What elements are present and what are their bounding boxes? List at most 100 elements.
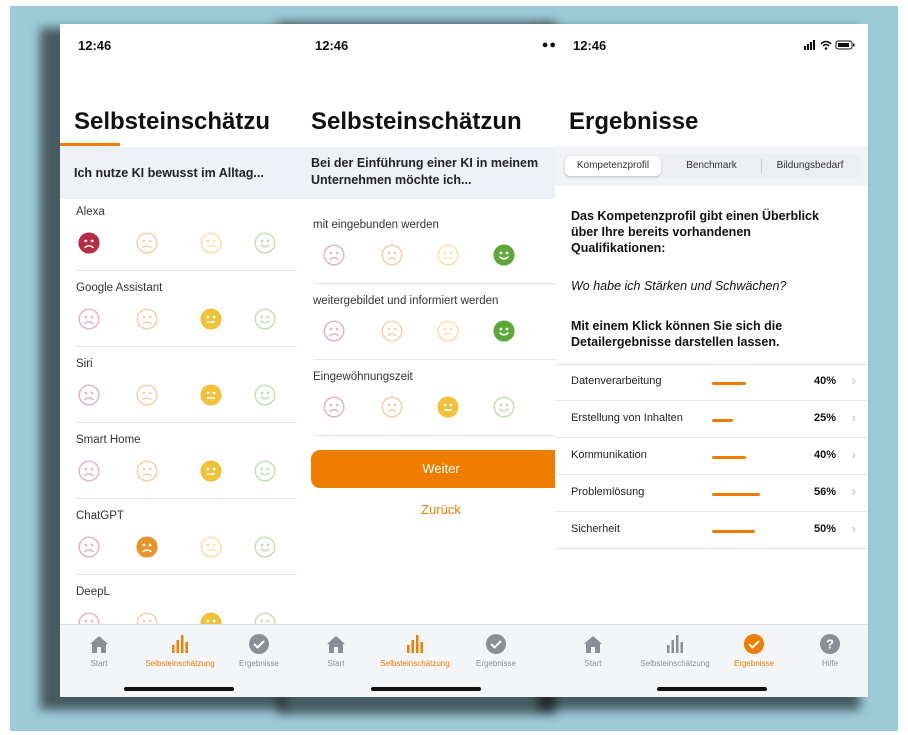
neutral-face-icon[interactable] [200,536,222,558]
checkmark-circle-icon [486,634,506,654]
chevron-right-icon: › [851,521,856,536]
row-separator [313,359,555,360]
neutral-face-icon[interactable] [200,460,222,482]
home-icon [90,636,108,653]
tab-start[interactable]: Start [64,633,134,668]
signal-icon: ●● [541,39,555,51]
chevron-right-icon: › [851,373,856,388]
bad-face-icon[interactable] [381,396,403,418]
status-icons [804,39,856,54]
rating-item-label: mit eingebunden werden [313,219,439,231]
tab-start[interactable]: Start [558,633,628,668]
neutral-face-icon[interactable] [200,384,222,406]
bad-face-icon[interactable] [381,244,403,266]
checkmark-circle-icon [744,634,764,654]
competence-percent: 40% [813,449,836,461]
competence-row[interactable]: Kommunikation 40% › [555,439,868,475]
bar-chart-icon [667,635,683,653]
screen-self-assessment-company: 12:46 ●● Selbsteinschätzun Bei der Einfü… [297,24,555,697]
good-face-icon[interactable] [254,232,276,254]
tab-bar: Start Selbsteinschätzung Ergebnisse [297,624,555,697]
very-bad-face-icon[interactable] [323,320,345,342]
competence-label: Erstellung von Inhalten [571,412,683,424]
good-face-icon[interactable] [254,536,276,558]
very-bad-face-icon[interactable] [323,244,345,266]
neutral-face-icon[interactable] [437,320,459,342]
competence-percent: 25% [813,412,836,424]
neutral-face-icon[interactable] [200,308,222,330]
question-text: Ich nutze KI bewusst im Alltag... [74,166,264,180]
good-face-icon[interactable] [254,384,276,406]
very-bad-face-icon[interactable] [78,308,100,330]
rating-item-label: ChatGPT [76,510,124,522]
good-face-icon[interactable] [254,460,276,482]
bad-face-icon[interactable] [381,320,403,342]
row-separator [555,400,868,401]
screen-self-assessment-daily: 12:46 Selbsteinschätzu Ich nutze KI bewu… [60,24,297,697]
competence-row[interactable]: Erstellung von Inhalten 25% › [555,402,868,438]
very-bad-face-icon[interactable] [323,396,345,418]
competence-percent: 40% [813,375,836,387]
next-button[interactable]: Weiter [311,450,555,488]
very-bad-face-icon[interactable] [78,536,100,558]
segment-competence-profile[interactable]: Kompetenzprofil [565,156,661,176]
segment-benchmark[interactable]: Benchmark [663,156,760,176]
good-face-icon[interactable] [493,396,515,418]
row-separator [76,498,297,499]
hint-line: Detailergebnisse darstellen lassen. [571,335,780,349]
row-separator [555,474,868,475]
tab-label: Ergebnisse [475,659,517,668]
row-separator [555,437,868,438]
row-separator [76,270,297,271]
very-bad-face-icon[interactable] [78,460,100,482]
tab-label: Ergebnisse [733,659,775,668]
chevron-right-icon: › [851,410,856,425]
hint-line: Mit einem Klick können Sie sich die [571,319,783,333]
rating-item-label: weitergebildet und informiert werden [313,295,499,307]
bar-chart-icon [407,635,423,653]
hint-text: Mit einem Klick können Sie sich die Deta… [571,318,852,350]
home-icon [327,636,345,653]
good-face-icon[interactable] [254,308,276,330]
tab-label: Selbsteinschätzung [145,659,215,668]
tab-self-assessment[interactable]: Selbsteinschätzung [633,633,717,668]
bad-face-icon[interactable] [136,232,158,254]
tab-help[interactable]: ? Hilfe [795,633,865,668]
bad-face-icon[interactable] [136,536,158,558]
tab-results[interactable]: Ergebnisse [719,633,789,668]
competence-row[interactable]: Problemlösung 56% › [555,476,868,512]
neutral-face-icon[interactable] [200,232,222,254]
competence-progress-bar [712,419,733,422]
competence-row[interactable]: Sicherheit 50% › [555,513,868,549]
tab-self-assessment[interactable]: Selbsteinschätzung [144,633,216,668]
status-time: 12:46 [315,38,349,53]
good-face-icon[interactable] [493,244,515,266]
competence-label: Problemlösung [571,486,645,498]
competence-label: Sicherheit [571,523,620,535]
neutral-face-icon[interactable] [437,396,459,418]
intro-line: über Ihre bereits vorhandenen [571,225,751,239]
tab-label: Start [327,659,345,668]
intro-line: Das Kompetenzprofil gibt einen Überblick [571,209,819,223]
bad-face-icon[interactable] [136,308,158,330]
progress-indicator [60,143,120,146]
back-button[interactable]: Zurück [311,502,555,517]
competence-row[interactable]: Datenverarbeitung 40% › [555,365,868,401]
very-bad-face-icon[interactable] [78,232,100,254]
status-time: 12:46 [573,38,607,53]
competence-progress-bar [712,382,746,385]
very-bad-face-icon[interactable] [78,384,100,406]
strengths-question: Wo habe ich Stärken und Schwächen? [571,279,787,293]
tab-label: Selbsteinschätzung [380,659,450,668]
tab-start[interactable]: Start [301,633,371,668]
home-indicator [123,687,234,691]
segment-education-need[interactable]: Bildungsbedarf [762,156,858,176]
bad-face-icon[interactable] [136,460,158,482]
bad-face-icon[interactable] [136,384,158,406]
neutral-face-icon[interactable] [437,244,459,266]
tab-results[interactable]: Ergebnisse [461,633,531,668]
good-face-icon[interactable] [493,320,515,342]
tab-self-assessment[interactable]: Selbsteinschätzung [377,633,453,668]
tab-results[interactable]: Ergebnisse [224,633,294,668]
question-header: Ich nutze KI bewusst im Alltag... [60,147,297,199]
